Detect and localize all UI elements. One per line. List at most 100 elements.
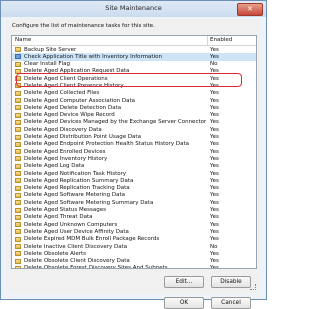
task-name: Delete Aged Devices Managed by the Excha…: [24, 119, 207, 126]
task-row[interactable]: Delete Aged Delete Detection Data Yes: [12, 104, 256, 111]
task-row[interactable]: Delete Aged Log Data Yes: [12, 163, 256, 170]
task-enabled: Yes: [210, 148, 219, 155]
task-row[interactable]: Delete Aged Replication Summary Data Yes: [12, 177, 256, 184]
task-icon: [15, 258, 21, 264]
task-name: Delete Aged Software Metering Data: [24, 192, 126, 199]
task-row[interactable]: Check Application Title with Inventory I…: [12, 53, 256, 61]
task-row[interactable]: Delete Aged Inventory History Yes: [12, 155, 256, 162]
task-name: Delete Aged Computer Association Data: [24, 97, 135, 104]
task-row[interactable]: Delete Expired MDM Bulk Enroll Package R…: [12, 236, 256, 243]
task-icon: [15, 222, 21, 228]
task-name: Delete Aged Discovery Data: [24, 126, 102, 133]
task-name: Clear Install Flag: [24, 61, 70, 68]
task-enabled: No: [210, 61, 218, 68]
task-name: Check Application Title with Inventory I…: [24, 53, 162, 60]
task-name: Delete Aged Unknown Computers: [24, 221, 118, 228]
task-icon: [15, 127, 21, 133]
site-maintenance-dialog: Site Maintenance ✕ Configure the list of…: [0, 0, 267, 309]
task-icon: [15, 119, 21, 125]
task-row[interactable]: Delete Aged Replication Tracking Data Yes: [12, 185, 256, 192]
task-row[interactable]: Delete Aged Status Messages Yes: [12, 207, 256, 214]
task-row[interactable]: Backup Site Server Yes: [12, 46, 256, 53]
task-row[interactable]: Delete Aged Endpoint Protection Health S…: [12, 141, 256, 148]
ok-button[interactable]: OK: [164, 297, 204, 309]
task-enabled: Yes: [210, 155, 219, 162]
task-row[interactable]: Delete Aged Notification Task History Yes: [12, 170, 256, 177]
task-name: Delete Aged Inventory History: [24, 155, 108, 162]
task-row[interactable]: Delete Aged Devices Managed by the Excha…: [12, 119, 256, 126]
task-icon: [15, 178, 21, 184]
task-row[interactable]: Delete Aged Threat Data Yes: [12, 214, 256, 221]
maintenance-task-list[interactable]: Name Enabled Backup Site Server Yes Check …: [11, 35, 257, 269]
task-icon: [15, 251, 21, 257]
task-enabled: Yes: [210, 228, 219, 235]
column-name-header[interactable]: Name: [15, 37, 31, 43]
task-enabled: Yes: [210, 90, 219, 97]
task-enabled: Yes: [210, 46, 219, 53]
task-enabled: Yes: [210, 170, 219, 177]
task-enabled: Yes: [210, 163, 219, 170]
task-row[interactable]: Delete Obsolete Forest Discovery Sites A…: [12, 265, 256, 268]
task-name: Delete Obsolete Client Discovery Data: [24, 258, 130, 265]
task-row[interactable]: Delete Aged Unknown Computers Yes: [12, 221, 256, 228]
task-enabled: Yes: [210, 236, 219, 243]
task-icon: [15, 185, 21, 191]
task-name: Delete Aged Delete Detection Data: [24, 104, 122, 111]
column-header: Name Enabled: [12, 36, 256, 46]
task-name: Backup Site Server: [24, 46, 77, 53]
task-enabled: Yes: [210, 207, 219, 214]
dialog-body: Configure the list of maintenance tasks …: [7, 19, 260, 309]
task-icon: [15, 265, 21, 268]
task-enabled: Yes: [210, 185, 219, 192]
task-enabled: Yes: [210, 258, 219, 265]
task-name: Delete Expired MDM Bulk Enroll Package R…: [24, 236, 160, 243]
task-icon: [15, 207, 21, 213]
dialog-title: Site Maintenance: [105, 4, 162, 12]
task-row[interactable]: Delete Aged Discovery Data Yes: [12, 126, 256, 133]
task-enabled: Yes: [210, 250, 219, 257]
task-enabled: Yes: [210, 134, 219, 141]
cancel-button[interactable]: Cancel: [211, 297, 251, 309]
task-row[interactable]: Delete Inactive Client Discovery Data No: [12, 243, 256, 250]
task-icon: [15, 171, 21, 177]
task-enabled: Yes: [210, 141, 219, 148]
task-icon: [15, 141, 21, 147]
task-icon: [15, 134, 21, 140]
task-name: Delete Aged Log Data: [24, 163, 85, 170]
task-icon: [15, 214, 21, 220]
task-icon: [15, 236, 21, 242]
task-row[interactable]: Delete Aged Device Wipe Record Yes: [12, 112, 256, 119]
edit-button[interactable]: Edit...: [164, 276, 204, 288]
task-icon: [15, 149, 21, 155]
task-icon: [15, 200, 21, 206]
task-name: Delete Aged Collected Files: [24, 90, 100, 97]
task-icon: [15, 90, 21, 96]
task-row[interactable]: Clear Install Flag No: [12, 61, 256, 68]
title-bar[interactable]: Site Maintenance ✕: [1, 1, 266, 17]
task-enabled: No: [210, 243, 218, 250]
task-name: Delete Aged Device Wipe Record: [24, 112, 115, 119]
task-row[interactable]: Delete Aged User Device Affinity Data Yes: [12, 228, 256, 235]
task-row[interactable]: Delete Aged Computer Association Data Yes: [12, 97, 256, 104]
task-row[interactable]: Delete Aged Enrolled Devices Yes: [12, 148, 256, 155]
task-row[interactable]: Delete Aged Software Metering Summary Da…: [12, 199, 256, 206]
task-row[interactable]: Delete Obsolete Alerts Yes: [12, 250, 256, 257]
task-row[interactable]: Delete Aged Software Metering Data Yes: [12, 192, 256, 199]
resize-grip[interactable]: [250, 284, 256, 290]
task-row[interactable]: Delete Obsolete Client Discovery Data Yes: [12, 258, 256, 265]
task-icon: [15, 47, 21, 52]
close-button[interactable]: ✕: [237, 3, 263, 16]
column-enabled-header[interactable]: Enabled: [210, 37, 232, 43]
task-enabled: Yes: [210, 177, 219, 184]
task-enabled: Yes: [210, 97, 219, 104]
disable-button[interactable]: Disable: [211, 276, 251, 288]
task-name: Delete Aged Status Messages: [24, 207, 106, 214]
task-row[interactable]: Delete Aged Distribution Point Usage Dat…: [12, 134, 256, 141]
task-enabled: Yes: [210, 221, 219, 228]
task-enabled: Yes: [210, 112, 219, 119]
task-name: Delete Aged Replication Summary Data: [24, 177, 134, 184]
task-name: Delete Aged Notification Task History: [24, 170, 127, 177]
task-name: Delete Obsolete Alerts: [24, 250, 87, 257]
task-row[interactable]: Delete Aged Collected Files Yes: [12, 90, 256, 97]
highlight-box: [16, 73, 242, 87]
